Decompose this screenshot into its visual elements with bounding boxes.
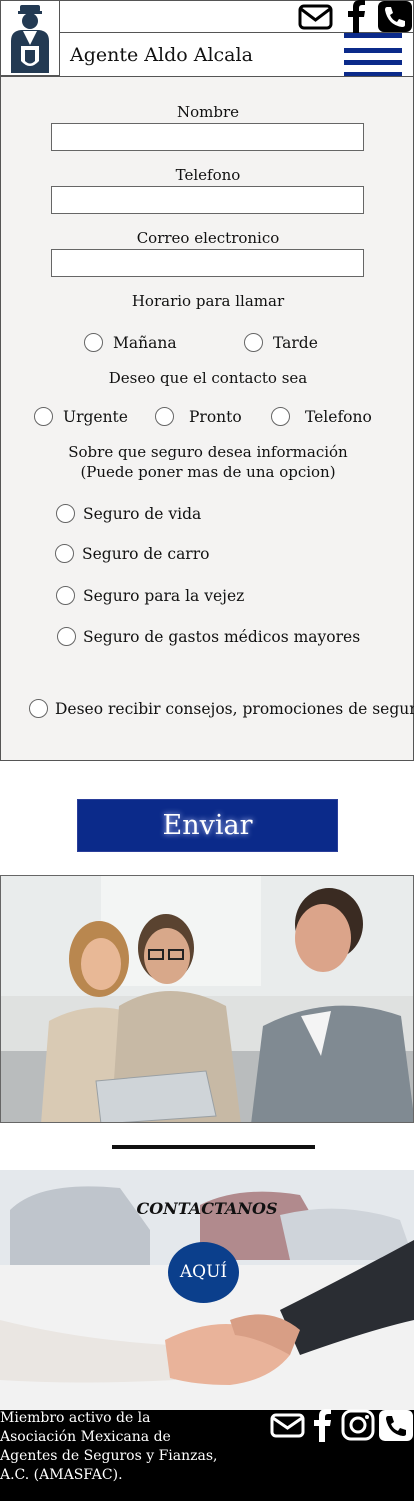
membership-text: Miembro activo de la Asociación Mexicana… <box>0 1410 218 1483</box>
contact-phone-radio[interactable] <box>271 407 290 426</box>
schedule-morning-radio[interactable] <box>84 333 103 352</box>
insurance-label: Sobre que seguro desea información <box>68 443 348 461</box>
menu-line <box>344 60 402 65</box>
contact-soon-radio[interactable] <box>155 407 174 426</box>
contact-here-button[interactable]: AQUÍ <box>168 1242 239 1303</box>
contact-urgent-label: Urgente <box>63 408 128 426</box>
mail-icon[interactable] <box>298 2 334 32</box>
phone-label: Telefono <box>175 166 241 184</box>
menu-line <box>344 48 402 53</box>
family-photo <box>0 875 414 1123</box>
agent-logo <box>0 0 60 76</box>
section-divider <box>112 1145 315 1149</box>
life-insurance-radio[interactable] <box>56 504 75 523</box>
phone-icon[interactable] <box>378 1 412 32</box>
contact-type-label: Deseo que el contacto sea <box>108 369 308 387</box>
contact-urgent-radio[interactable] <box>34 407 53 426</box>
contact-title: CONTACTANOS <box>136 1199 278 1218</box>
contact-form: Nombre Telefono Correo electronico Horar… <box>0 76 414 761</box>
name-input[interactable] <box>51 123 364 151</box>
contact-phone-label: Telefono <box>305 408 372 426</box>
footer-phone-icon[interactable] <box>379 1410 413 1441</box>
medical-insurance-label: Seguro de gastos médicos mayores <box>83 628 361 646</box>
medical-insurance-radio[interactable] <box>57 627 76 646</box>
facebook-icon[interactable] <box>344 0 368 33</box>
newsletter-label: Deseo recibir consejos, promociones de s… <box>55 700 414 718</box>
life-insurance-label: Seguro de vida <box>83 505 202 523</box>
agent-name: Agente Aldo Alcala <box>70 44 253 66</box>
footer-mail-icon[interactable] <box>270 1412 306 1440</box>
retirement-insurance-label: Seguro para la vejez <box>83 587 245 605</box>
footer-facebook-icon[interactable] <box>310 1409 334 1442</box>
car-insurance-label: Seguro de carro <box>82 545 210 563</box>
schedule-label: Horario para llamar <box>131 292 285 310</box>
schedule-morning-label: Mañana <box>113 334 177 352</box>
schedule-afternoon-label: Tarde <box>273 334 318 352</box>
name-label: Nombre <box>176 103 240 121</box>
phone-input[interactable] <box>51 186 364 214</box>
newsletter-radio[interactable] <box>29 699 48 718</box>
agent-avatar-icon <box>11 5 49 73</box>
schedule-afternoon-radio[interactable] <box>244 333 263 352</box>
menu-line <box>344 33 402 38</box>
retirement-insurance-radio[interactable] <box>56 586 75 605</box>
car-insurance-radio[interactable] <box>55 544 74 563</box>
contact-soon-label: Pronto <box>189 408 242 426</box>
insurance-hint: (Puede poner mas de una opcion) <box>80 463 336 481</box>
email-input[interactable] <box>51 249 364 277</box>
email-label: Correo electronico <box>136 229 280 247</box>
submit-button[interactable]: Enviar <box>77 799 338 852</box>
footer-instagram-icon[interactable] <box>341 1409 375 1441</box>
